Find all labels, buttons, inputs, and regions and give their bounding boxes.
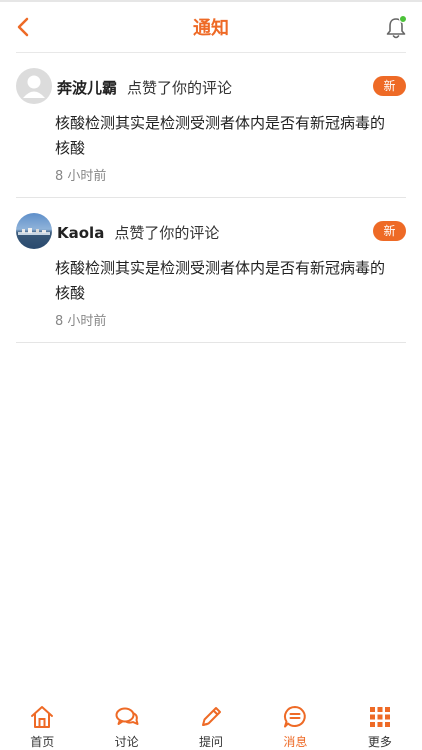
notification-content: 核酸检测其实是检测受测者体内是否有新冠病毒的核酸 [55,114,386,157]
tab-label: 讨论 [114,735,139,749]
notification-list: 奔波儿霸 点赞了你的评论 新 核酸检测其实是检测受测者体内是否有新冠病毒的核酸 8… [0,53,422,343]
avatar[interactable] [16,213,52,249]
notification-action: 点赞了你的评论 [127,79,233,97]
tab-label: 更多 [367,735,392,749]
home-icon [31,706,54,728]
photo-avatar-icon [18,228,50,235]
avatar[interactable] [16,68,52,104]
notification-bell-button[interactable] [382,14,410,42]
chevron-left-icon [17,17,29,37]
notification-time: 8 小时前 [55,314,107,329]
chat-icon [115,707,139,725]
tab-home[interactable]: 首页 [0,700,84,750]
tab-ask[interactable]: 提问 [169,700,253,750]
tab-label: 提问 [199,735,224,749]
tab-label: 首页 [30,735,55,749]
message-icon [284,706,307,728]
notification-item[interactable]: Kaola 点赞了你的评论 新 核酸检测其实是检测受测者体内是否有新冠病毒的核酸 … [16,198,406,343]
notification-item[interactable]: 奔波儿霸 点赞了你的评论 新 核酸检测其实是检测受测者体内是否有新冠病毒的核酸 8… [16,53,406,198]
bottom-tab-bar: 首页 讨论 提问 消息 更多 [0,700,422,750]
tab-label: 消息 [283,735,308,749]
back-button[interactable] [8,10,38,44]
notification-content: 核酸检测其实是检测受测者体内是否有新冠病毒的核酸 [55,259,386,302]
tab-discussion[interactable]: 讨论 [84,700,168,750]
tab-messages[interactable]: 消息 [253,700,337,750]
notification-user[interactable]: 奔波儿霸 点赞了你的评论 [57,77,232,98]
new-badge: 新 [373,76,406,96]
default-avatar-icon [23,75,45,98]
nav-header: 通知 [0,2,422,52]
pencil-icon [202,707,222,726]
page-title: 通知 [193,18,229,39]
notification-action: 点赞了你的评论 [114,224,220,242]
notification-user[interactable]: Kaola 点赞了你的评论 [57,222,219,243]
new-badge: 新 [373,221,406,241]
unread-dot [399,15,407,23]
tab-more[interactable]: 更多 [338,700,422,750]
grid-icon [369,707,390,727]
notification-time: 8 小时前 [55,169,107,184]
